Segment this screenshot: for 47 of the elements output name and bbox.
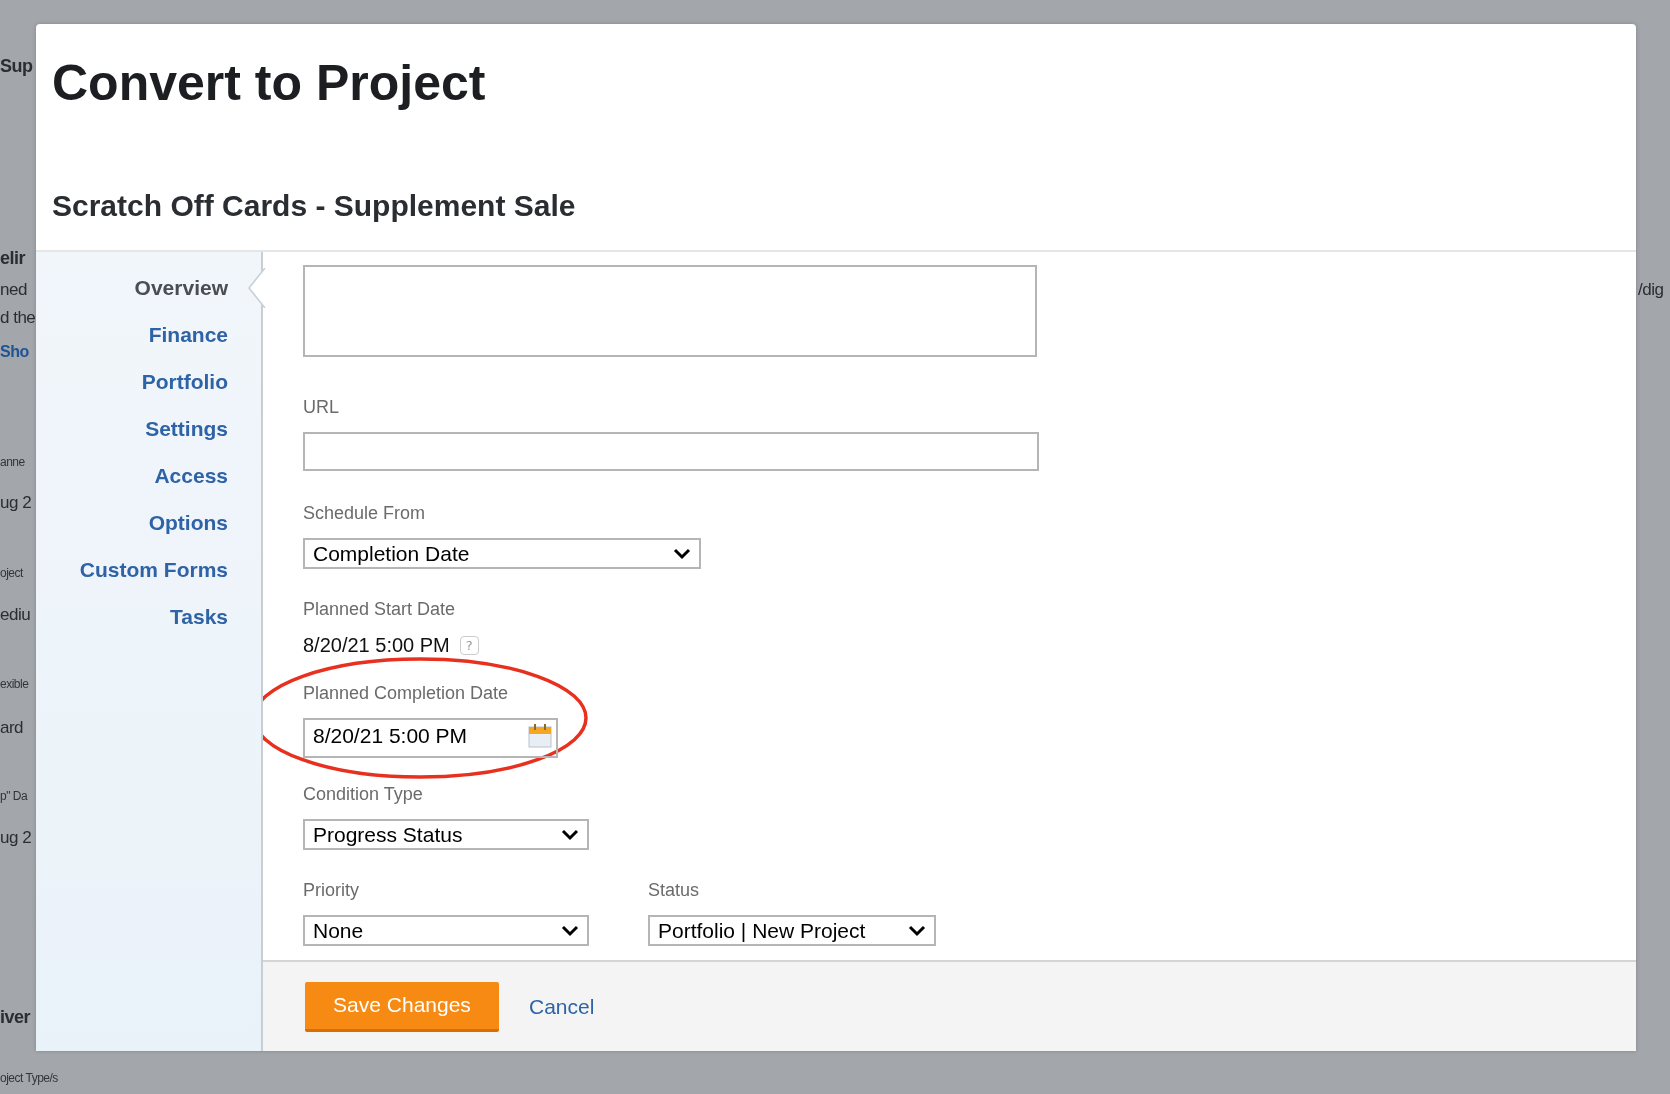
field-label: Condition Type — [303, 784, 424, 805]
dropdown[interactable]: Portfolio | New Project — [648, 915, 936, 946]
field-label: Status — [648, 880, 701, 901]
field-label: Planned Completion Date — [303, 683, 510, 704]
field-label: Planned Start Date — [303, 599, 457, 620]
chevron-down-icon — [561, 828, 579, 841]
dialog-title: Convert to Project — [52, 56, 487, 111]
background-text: p" Da — [0, 788, 28, 805]
dropdown[interactable]: Completion Date — [303, 538, 701, 569]
cancel-link[interactable]: Cancel — [529, 994, 595, 1019]
sidebar-item[interactable]: Settings — [145, 417, 228, 441]
background-text: elir — [0, 248, 26, 268]
dropdown[interactable]: Progress Status — [303, 819, 589, 850]
background-text: iver — [0, 1007, 31, 1027]
background-text: anne — [0, 454, 25, 471]
dialog-subtitle: Scratch Off Cards - Supplement Sale — [52, 189, 577, 223]
sidebar-item[interactable]: Options — [148, 511, 228, 535]
sidebar-item[interactable]: Custom Forms — [79, 558, 228, 582]
field-label: Priority — [303, 880, 360, 901]
sidebar-item[interactable]: Access — [154, 464, 228, 488]
chevron-down-icon — [561, 924, 579, 937]
calendar-icon[interactable] — [528, 724, 552, 748]
background-text: ug 2 — [0, 493, 32, 513]
field-value: 8/20/21 5:00 PM — [303, 634, 450, 657]
background-text: d the — [0, 308, 36, 328]
background-text: oject Type/s — [0, 1070, 58, 1087]
chevron-down-icon — [908, 924, 926, 937]
sidebar-item[interactable]: Overview — [134, 276, 228, 300]
background-text: /dig — [1638, 280, 1664, 300]
text-area[interactable] — [303, 265, 1037, 357]
chevron-down-icon — [673, 547, 691, 560]
dropdown[interactable]: None — [303, 915, 589, 946]
sidebar-item[interactable]: Finance — [148, 323, 228, 347]
background-text: ediu — [0, 605, 31, 625]
url-input[interactable] — [303, 432, 1039, 471]
sidebar-item[interactable]: Tasks — [170, 605, 228, 629]
help-badge[interactable]: ? — [459, 636, 479, 655]
field-label: URL — [303, 397, 340, 418]
background-text: ug 2 — [0, 828, 32, 848]
background-text: ard — [0, 718, 24, 738]
date-input[interactable]: 8/20/21 5:00 PM — [303, 718, 558, 758]
field-label: Schedule From — [303, 503, 427, 524]
sidebar-item[interactable]: Portfolio — [141, 370, 228, 394]
background-text: oject — [0, 565, 23, 582]
background-text: exible — [0, 676, 29, 693]
background-text: Sup — [0, 56, 33, 76]
background-text: ned — [0, 280, 27, 300]
